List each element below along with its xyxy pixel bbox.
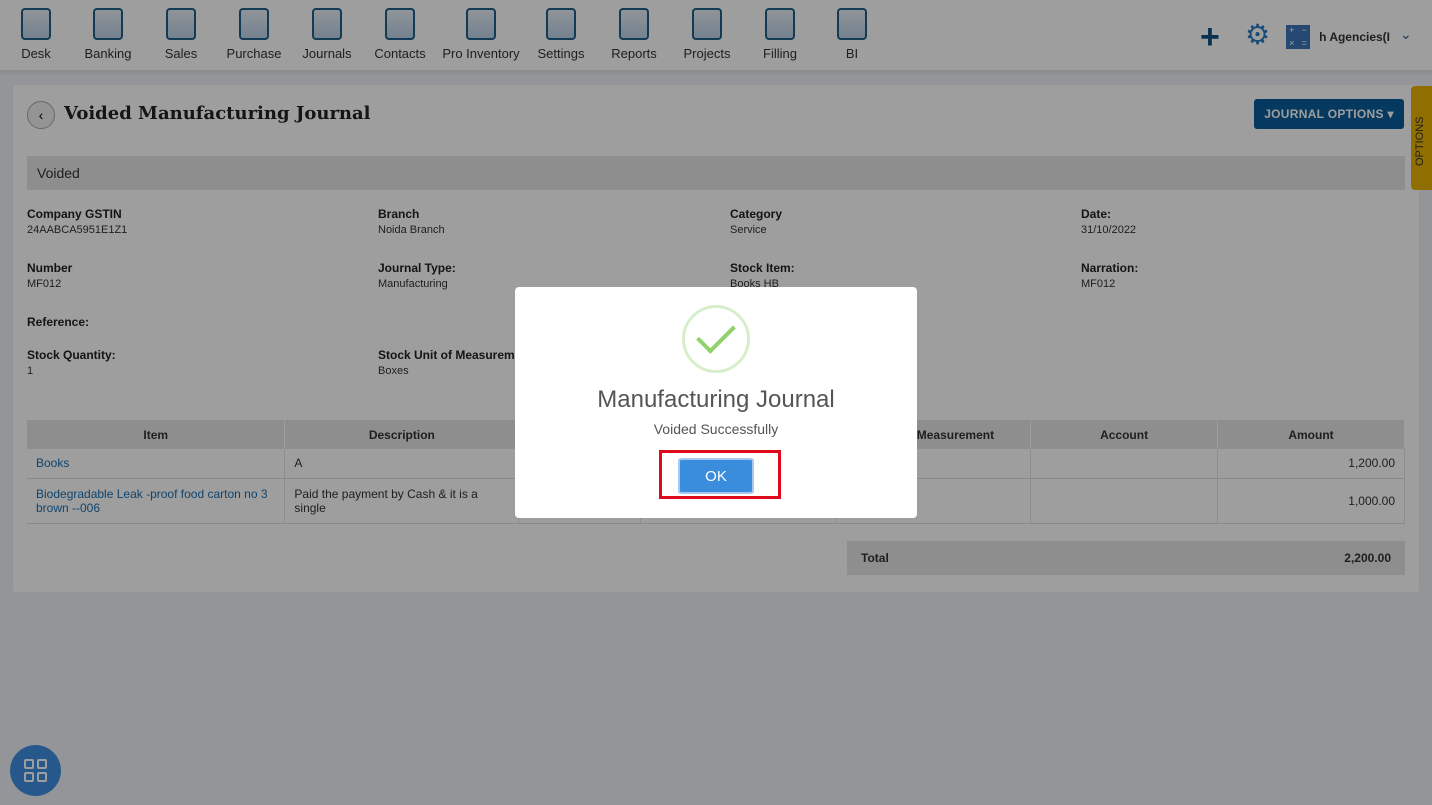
dialog-message: Voided Successfully	[653, 421, 779, 437]
ok-button[interactable]: OK	[678, 458, 754, 494]
dialog-title: Manufacturing Journal	[597, 386, 835, 413]
success-check-icon	[682, 305, 750, 373]
success-dialog: Manufacturing Journal Voided Successfull…	[515, 287, 917, 518]
